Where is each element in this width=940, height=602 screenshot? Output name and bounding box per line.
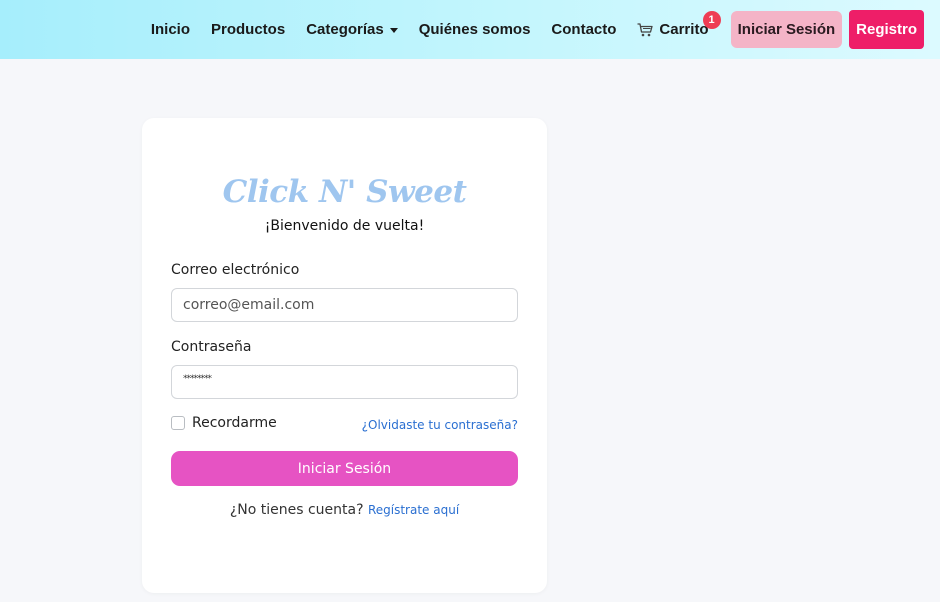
remember-me: Recordarme bbox=[171, 415, 277, 431]
nav-link-label: Quiénes somos bbox=[418, 21, 531, 38]
nav-link-contacto[interactable]: Contacto bbox=[541, 0, 627, 59]
nav-link-label: Contacto bbox=[551, 21, 617, 38]
email-label: Correo electrónico bbox=[171, 262, 300, 278]
nav-link-productos[interactable]: Productos bbox=[201, 0, 296, 59]
login-submit-button[interactable]: Iniciar Sesión bbox=[171, 451, 518, 486]
caret-down-icon bbox=[389, 28, 398, 33]
password-field[interactable]: ******** bbox=[171, 365, 518, 399]
password-label: Contraseña bbox=[171, 339, 252, 355]
nav-link-label: Categorías bbox=[306, 21, 384, 38]
nav-link-quienes-somos[interactable]: Quiénes somos bbox=[408, 0, 541, 59]
login-nav-button[interactable]: Iniciar Sesión bbox=[730, 11, 843, 48]
cart-label: Carrito bbox=[659, 21, 709, 38]
cart-count-badge: 1 bbox=[702, 11, 721, 29]
nav-link-label: Productos bbox=[211, 21, 286, 38]
nav-dropdown-categorias[interactable]: Categorías bbox=[296, 0, 409, 59]
cart-icon bbox=[637, 22, 654, 36]
signup-prompt: ¿No tienes cuenta? Regístrate aquí bbox=[142, 502, 547, 518]
nav-link-inicio[interactable]: Inicio bbox=[140, 0, 200, 59]
brand-logo: Click N' Sweet bbox=[222, 174, 467, 210]
forgot-password-link[interactable]: ¿Olvidaste tu contraseña? bbox=[362, 418, 518, 432]
welcome-text: ¡Bienvenido de vuelta! bbox=[264, 218, 425, 234]
nav-links: Inicio Productos Categorías Quiénes somo… bbox=[140, 0, 722, 59]
signup-link[interactable]: Regístrate aquí bbox=[368, 503, 459, 517]
nav-link-cart[interactable]: Carrito 1 bbox=[627, 0, 723, 59]
email-placeholder: correo@email.com bbox=[183, 297, 315, 313]
signup-prompt-text: ¿No tienes cuenta? bbox=[229, 502, 364, 518]
password-value: ******** bbox=[183, 374, 212, 384]
email-field[interactable]: correo@email.com bbox=[171, 288, 518, 322]
remember-label: Recordarme bbox=[192, 415, 277, 431]
remember-checkbox[interactable] bbox=[171, 416, 185, 430]
login-card: Click N' Sweet ¡Bienvenido de vuelta! Co… bbox=[142, 118, 547, 593]
register-nav-button[interactable]: Registro bbox=[849, 10, 924, 49]
navbar: Inicio Productos Categorías Quiénes somo… bbox=[0, 0, 940, 59]
nav-link-label: Inicio bbox=[150, 21, 190, 38]
